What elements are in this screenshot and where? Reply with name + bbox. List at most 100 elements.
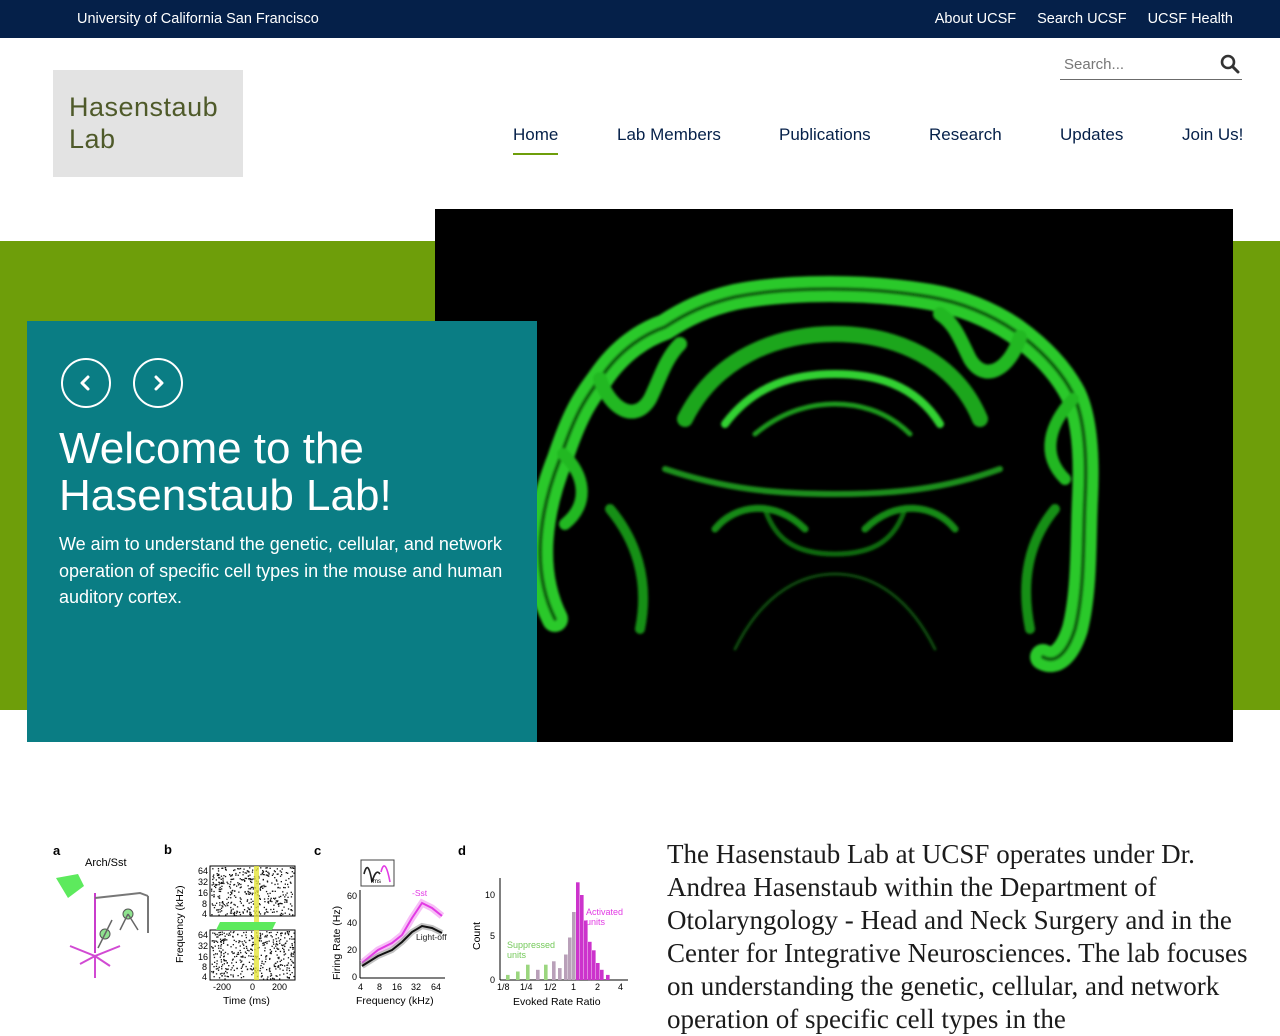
spike-dot (232, 965, 235, 967)
spike-dot (222, 881, 224, 883)
spike-dot (277, 966, 279, 968)
spike-dot (275, 943, 277, 945)
spike-dot (273, 904, 275, 906)
spike-dot (268, 932, 271, 934)
spike-dot (270, 950, 273, 953)
spike-dot (273, 908, 275, 910)
lab-logo[interactable]: Hasenstaub Lab (53, 70, 243, 177)
spike-dot (212, 904, 214, 906)
spike-dot (280, 895, 282, 898)
spike-dot (275, 950, 277, 952)
nav-research[interactable]: Research (929, 125, 1002, 145)
panel-a-neuron-diagram: Arch/Sst (56, 857, 149, 978)
spike-dot (263, 906, 265, 909)
spike-dot (246, 968, 249, 970)
spike-dot (284, 899, 286, 901)
spike-dot (282, 913, 284, 915)
panel-c-xtick-8: 8 (377, 982, 382, 992)
spike-dot (216, 873, 218, 875)
spike-dot (273, 965, 276, 968)
spike-dot (225, 914, 227, 916)
spike-dot (212, 881, 214, 884)
panel-b-xtick-0: 0 (250, 982, 255, 992)
spike-dot (211, 971, 213, 973)
spike-dot (217, 967, 219, 970)
hero-card: Welcome to the Hasenstaub Lab! We aim to… (27, 321, 537, 742)
spike-dot (282, 969, 284, 971)
nav-publications[interactable]: Publications (779, 125, 871, 145)
spike-dot (221, 972, 223, 974)
spike-dot (291, 871, 293, 873)
spike-dot (231, 874, 233, 876)
spike-dot (265, 909, 267, 911)
slide-prev-button[interactable] (61, 358, 111, 408)
spike-dot (244, 880, 246, 882)
spike-dot (230, 931, 232, 933)
about-ucsf-link[interactable]: About UCSF (935, 11, 1016, 27)
spike-dot (228, 965, 230, 967)
spike-dot (293, 951, 295, 953)
panel-d-activated-1: Activated units (586, 907, 623, 927)
spike-dot (269, 949, 271, 951)
spike-dot (231, 967, 233, 969)
search-ucsf-link[interactable]: Search UCSF (1037, 11, 1126, 27)
nav-lab-members[interactable]: Lab Members (617, 125, 721, 145)
spike-dot (264, 935, 267, 937)
spike-dot (291, 972, 293, 974)
spike-dot (211, 888, 213, 890)
spike-dot (213, 907, 216, 909)
spike-dot (269, 975, 272, 977)
ucsf-health-link[interactable]: UCSF Health (1148, 11, 1233, 27)
panel-c-xlabel: Frequency (kHz) (356, 995, 434, 1007)
spike-dot (268, 970, 271, 972)
spike-dot (263, 884, 265, 887)
spike-dot (248, 961, 251, 963)
panel-d-ytick-5: 5 (490, 931, 495, 941)
panel-c-legend-light: Light-off (416, 932, 447, 942)
spike-dot (222, 906, 224, 908)
histogram-bar (568, 937, 572, 980)
search-input[interactable] (1064, 54, 1214, 74)
spike-dot (228, 932, 230, 934)
spike-dot (215, 973, 218, 975)
spike-dot (275, 900, 277, 902)
spike-dot (264, 961, 267, 963)
spike-dot (250, 906, 252, 908)
spike-dot (237, 874, 239, 876)
spike-dot (227, 934, 230, 936)
top-bar: University of California San Francisco A… (0, 0, 1280, 38)
panel-b-ytick-4: 4 (202, 909, 207, 919)
spike-dot (265, 870, 267, 872)
slide-next-button[interactable] (133, 358, 183, 408)
spike-dot (250, 952, 252, 954)
spike-dot (271, 874, 274, 876)
spike-dot (241, 966, 243, 968)
spike-dot (285, 894, 287, 896)
spike-dot (230, 909, 233, 911)
spike-dot (227, 904, 229, 907)
histogram-bar (606, 974, 610, 980)
spike-dot (226, 898, 228, 900)
spike-dot (232, 952, 234, 955)
spike-dot (260, 954, 262, 956)
spike-dot (273, 897, 275, 899)
spike-dot (286, 972, 288, 974)
spike-dot (270, 973, 272, 975)
nav-home[interactable]: Home (513, 125, 559, 155)
spike-dot (286, 931, 288, 933)
nav-updates[interactable]: Updates (1060, 125, 1123, 145)
spike-dot (276, 868, 278, 870)
search-icon[interactable] (1220, 54, 1240, 74)
spike-dot (252, 900, 254, 902)
spike-dot (225, 970, 227, 973)
university-name[interactable]: University of California San Francisco (77, 11, 319, 27)
spike-dot (259, 937, 261, 939)
histogram-bar (544, 964, 548, 980)
spike-dot (217, 868, 220, 870)
nav-join-us[interactable]: Join Us! (1182, 125, 1243, 145)
spike-dot (273, 943, 275, 945)
spike-dot (274, 962, 276, 965)
spike-dot (221, 965, 223, 968)
spike-dot (244, 891, 246, 893)
spike-dot (235, 912, 238, 914)
